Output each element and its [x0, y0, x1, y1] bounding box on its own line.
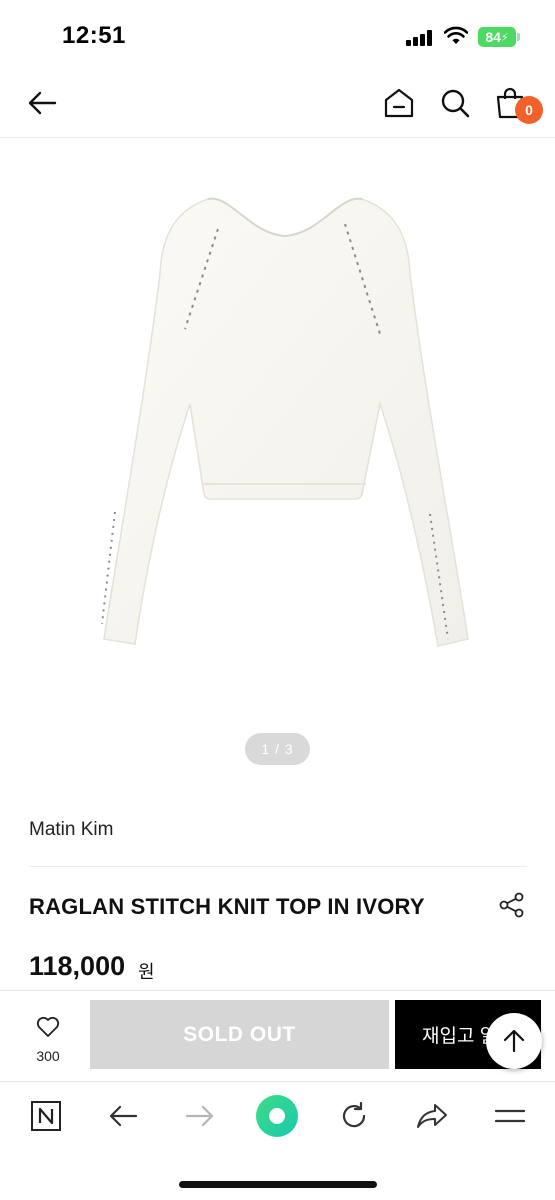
sold-out-button[interactable]: SOLD OUT [90, 1000, 389, 1069]
home-icon[interactable] [377, 70, 421, 136]
product-price: 118,000 [29, 951, 126, 981]
battery-tip [517, 33, 520, 41]
product-image [101, 197, 469, 647]
battery-indicator: 84 ⚡ [478, 27, 516, 47]
naver-n-icon[interactable] [24, 1094, 68, 1138]
heart-icon [36, 1016, 60, 1037]
scroll-to-top-button[interactable] [486, 1013, 542, 1069]
back-arrow-icon[interactable] [20, 70, 64, 136]
product-image-carousel[interactable] [0, 139, 555, 789]
arrow-up-icon [503, 1029, 525, 1053]
refresh-icon[interactable] [332, 1094, 376, 1138]
wifi-icon [443, 26, 469, 46]
browser-forward-icon[interactable] [178, 1094, 222, 1138]
search-icon[interactable] [433, 70, 477, 136]
like-button[interactable]: 300 [20, 1010, 76, 1070]
charging-bolt-icon: ⚡ [500, 31, 509, 44]
image-pager-indicator: 1 / 3 [245, 733, 310, 765]
menu-icon[interactable] [488, 1094, 532, 1138]
status-bar: 12:51 84 ⚡ [0, 0, 555, 70]
top-nav-header [0, 70, 555, 138]
cart-count-badge: 0 [515, 96, 543, 124]
like-count: 300 [36, 1048, 60, 1064]
divider [29, 866, 527, 867]
product-title: RAGLAN STITCH KNIT TOP IN IVORY [29, 894, 425, 919]
brand-name-link[interactable]: Matin Kim [29, 819, 113, 841]
cellular-signal-icon [406, 30, 436, 46]
status-time: 12:51 [62, 22, 126, 49]
browser-share-icon[interactable] [410, 1094, 454, 1138]
browser-back-icon[interactable] [101, 1094, 145, 1138]
share-icon[interactable] [496, 888, 528, 922]
battery-level: 84 [485, 29, 501, 45]
green-circle-icon[interactable] [255, 1094, 299, 1138]
home-indicator [179, 1181, 377, 1188]
price-currency: 원 [138, 962, 155, 982]
